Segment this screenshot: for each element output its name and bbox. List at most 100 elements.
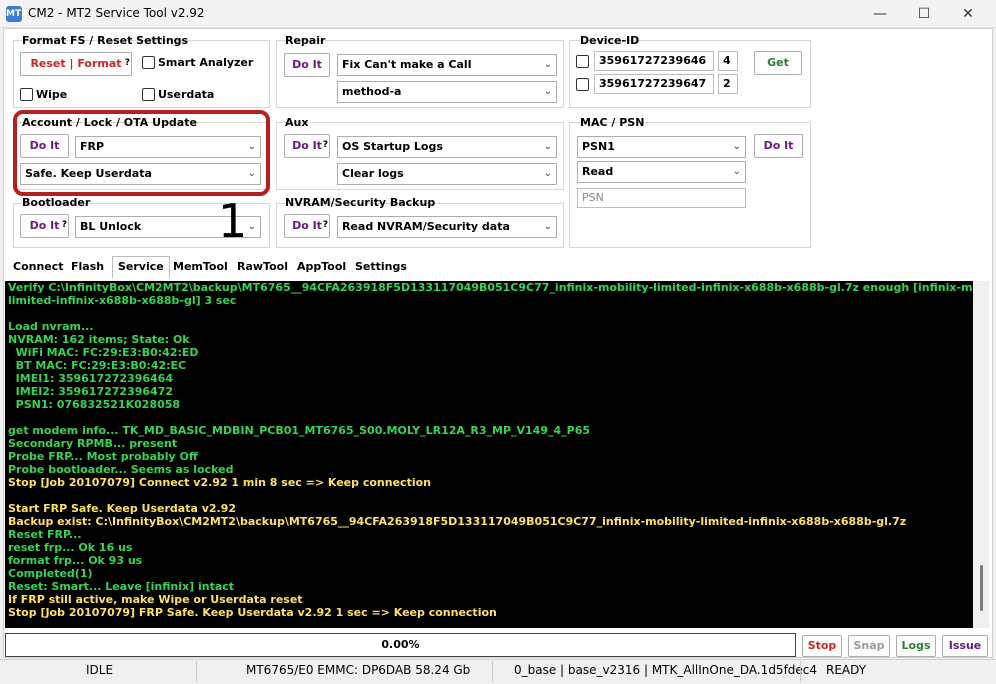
status-separator xyxy=(196,661,197,682)
app-icon: MT2 xyxy=(6,6,27,22)
log-line: IMEI2: 359617272396472 xyxy=(8,385,173,398)
nvram-select-value: Read NVRAM/Security data xyxy=(342,220,510,233)
status-ready: READY xyxy=(826,663,867,677)
status-chip: MT6765/E0 EMMC: DP6DAB 58.24 Gb xyxy=(246,663,471,677)
log-line: Reset FRP... xyxy=(8,528,82,541)
log-line: reset frp... Ok 16 us xyxy=(8,541,133,554)
bootloader-do-it-label: Do It xyxy=(29,219,60,232)
psn-input[interactable]: PSN xyxy=(577,188,746,208)
issue-button[interactable]: Issue xyxy=(942,635,988,657)
get-button[interactable]: Get xyxy=(754,51,802,75)
wipe-checkbox[interactable] xyxy=(20,88,33,101)
log-line: Secondary RPMB... present xyxy=(8,437,178,450)
help-icon: ? xyxy=(322,140,328,150)
psn-action-value: Read xyxy=(582,165,614,178)
log-line: Probe FRP... Most probably Off xyxy=(8,450,198,463)
highlight-annotation xyxy=(13,110,270,196)
userdata-label: Userdata xyxy=(158,88,215,101)
help-icon: ? xyxy=(124,58,130,68)
log-line: NVRAM: 162 items; State: Ok xyxy=(8,333,190,346)
chevron-down-icon: ⌄ xyxy=(543,86,552,97)
repair-select[interactable]: Fix Can't make a Call ⌄ xyxy=(337,54,557,76)
chevron-down-icon: ⌄ xyxy=(247,221,256,232)
repair-method-value: method-a xyxy=(342,85,402,98)
imei2-count[interactable]: 2 xyxy=(718,74,738,94)
aux-select[interactable]: OS Startup Logs ⌄ xyxy=(337,136,557,158)
help-icon: ? xyxy=(61,220,67,230)
stop-button[interactable]: Stop xyxy=(802,635,842,657)
log-line: Load nvram... xyxy=(8,320,94,333)
log-line: Start FRP Safe. Keep Userdata v2.92 xyxy=(8,502,237,515)
log-line: limited-infinix-x688b-x688b-gl] 3 sec xyxy=(8,294,237,307)
help-icon: ? xyxy=(322,220,328,230)
chevron-down-icon: ⌄ xyxy=(543,141,552,152)
nvram-title: NVRAM/Security Backup xyxy=(285,196,436,209)
repair-do-it-button[interactable]: Do It xyxy=(284,53,330,77)
bootloader-title: Bootloader xyxy=(22,196,91,209)
chevron-down-icon: ⌄ xyxy=(543,59,552,70)
log-line: Reset: Smart... Leave [infinix] intact xyxy=(8,580,235,593)
snap-button[interactable]: Snap xyxy=(848,635,890,657)
log-line: Completed(1) xyxy=(8,567,93,580)
tab-memtool[interactable]: MemTool xyxy=(168,257,233,277)
aux-logs-select[interactable]: Clear logs ⌄ xyxy=(337,163,557,185)
nvram-select[interactable]: Read NVRAM/Security data ⌄ xyxy=(337,216,557,238)
tab-service[interactable]: Service xyxy=(112,256,170,278)
annotation-number: 1 xyxy=(218,194,248,248)
nvram-do-it-label: Do It xyxy=(292,219,322,232)
mac-psn-title: MAC / PSN xyxy=(580,116,645,129)
log-line: Stop [Job 20107079] Connect v2.92 1 min … xyxy=(8,476,431,489)
log-line: Verify C:\InfinityBox\CM2MT2\backup\MT67… xyxy=(8,281,973,294)
close-button[interactable]: ✕ xyxy=(946,0,990,28)
repair-select-value: Fix Can't make a Call xyxy=(342,58,472,71)
log-line: BT MAC: FC:29:E3:B0:42:EC xyxy=(8,359,187,372)
imei2-input[interactable]: 35961727239647 xyxy=(594,74,714,94)
mac-psn-do-it-button[interactable]: Do It xyxy=(754,134,803,158)
repair-method-select[interactable]: method-a ⌄ xyxy=(337,81,557,103)
log-line: If FRP still active, make Wipe or Userda… xyxy=(8,593,303,606)
smart-analyzer-checkbox[interactable] xyxy=(142,56,155,69)
logs-button[interactable]: Logs xyxy=(896,635,936,657)
chevron-down-icon: ⌄ xyxy=(543,221,552,232)
userdata-checkbox[interactable] xyxy=(142,88,155,101)
smart-analyzer-label: Smart Analyzer xyxy=(158,56,254,69)
tab-rawtool[interactable]: RawTool xyxy=(232,257,293,277)
status-state: IDLE xyxy=(86,663,114,677)
tab-connect[interactable]: Connect xyxy=(8,257,69,277)
reset-format-label: Reset | Format xyxy=(30,57,122,70)
nvram-do-it-button[interactable]: Do It ? xyxy=(284,214,330,238)
log-console[interactable]: Verify C:\InfinityBox\CM2MT2\backup\MT67… xyxy=(5,281,973,628)
reset-format-button[interactable]: Reset | Format ? xyxy=(20,52,132,76)
scrollbar-thumb[interactable] xyxy=(980,565,983,611)
imei1-checkbox[interactable] xyxy=(576,55,589,68)
imei1-input[interactable]: 35961727239646 xyxy=(594,51,714,71)
imei2-checkbox[interactable] xyxy=(576,78,589,91)
aux-logs-value: Clear logs xyxy=(342,167,404,180)
psn-action-select[interactable]: Read ⌄ xyxy=(577,161,746,183)
tab-apptool[interactable]: AppTool xyxy=(292,257,351,277)
status-separator xyxy=(492,661,493,682)
tab-flash[interactable]: Flash xyxy=(66,257,109,277)
window-title: CM2 - MT2 Service Tool v2.92 xyxy=(28,6,205,20)
wipe-label: Wipe xyxy=(36,88,68,101)
log-line: WiFi MAC: FC:29:E3:B0:42:ED xyxy=(8,346,199,359)
log-line: get modem info... TK_MD_BASIC_MDBIN_PCB0… xyxy=(8,424,591,437)
bootloader-select-value: BL Unlock xyxy=(80,220,142,233)
psn-slot-select[interactable]: PSN1 ⌄ xyxy=(577,136,746,158)
chevron-down-icon: ⌄ xyxy=(732,141,741,152)
maximize-button[interactable]: ☐ xyxy=(902,0,946,28)
aux-do-it-button[interactable]: Do It ? xyxy=(284,134,330,158)
progress-bar: 0.00% xyxy=(5,633,796,657)
log-line: Probe bootloader... Seems as locked xyxy=(8,463,234,476)
log-line: format frp... Ok 93 us xyxy=(8,554,143,567)
aux-title: Aux xyxy=(285,116,309,129)
tab-settings[interactable]: Settings xyxy=(350,257,412,277)
log-line: Backup exist: C:\InfinityBox\CM2MT2\back… xyxy=(8,515,907,528)
minimize-button[interactable]: — xyxy=(858,0,902,28)
format-fs-title: Format FS / Reset Settings xyxy=(22,34,189,47)
bootloader-do-it-button[interactable]: Do It ? xyxy=(20,214,69,238)
status-separator xyxy=(800,661,801,682)
imei1-count[interactable]: 4 xyxy=(718,51,738,71)
